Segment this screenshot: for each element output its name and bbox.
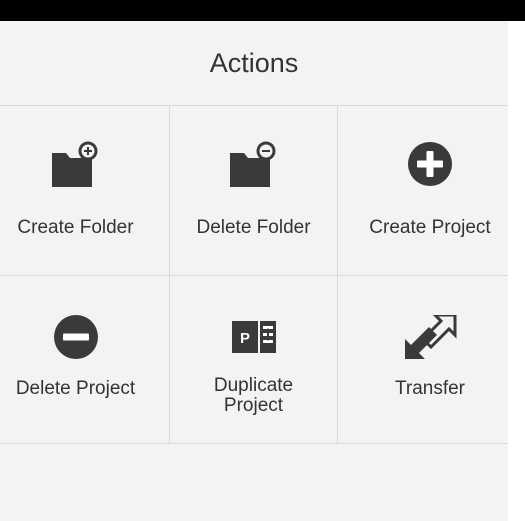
right-gutter bbox=[508, 21, 525, 521]
transfer-button[interactable]: Transfer bbox=[338, 276, 508, 444]
actions-panel: Actions Create Folder Delete Folder Crea… bbox=[0, 21, 508, 521]
window-top-bar bbox=[0, 0, 525, 21]
minus-circle-icon bbox=[0, 309, 169, 365]
delete-folder-button[interactable]: Delete Folder bbox=[170, 106, 338, 276]
actions-title: Actions bbox=[209, 47, 299, 78]
delete-project-button[interactable]: Delete Project bbox=[0, 276, 170, 444]
folder-add-icon bbox=[0, 136, 169, 192]
create-folder-button[interactable]: Create Folder bbox=[0, 106, 170, 276]
duplicate-project-button[interactable]: P Duplicate Project bbox=[170, 276, 338, 444]
folder-remove-icon bbox=[170, 136, 337, 192]
delete-folder-label: Delete Folder bbox=[196, 217, 311, 238]
create-folder-label: Create Folder bbox=[17, 217, 134, 238]
transfer-label: Transfer bbox=[394, 378, 466, 399]
svg-text:P: P bbox=[239, 330, 249, 347]
create-project-button[interactable]: Create Project bbox=[338, 106, 508, 276]
actions-grid: Create Folder Delete Folder Create Proje… bbox=[0, 106, 508, 444]
actions-header: Actions bbox=[0, 21, 508, 106]
duplicate-project-icon: P bbox=[170, 309, 337, 365]
create-project-label: Create Project bbox=[369, 217, 491, 238]
delete-project-label: Delete Project bbox=[15, 378, 136, 399]
plus-circle-icon bbox=[338, 136, 508, 192]
transfer-icon bbox=[338, 309, 508, 365]
duplicate-project-label: Duplicate Project bbox=[213, 375, 294, 416]
